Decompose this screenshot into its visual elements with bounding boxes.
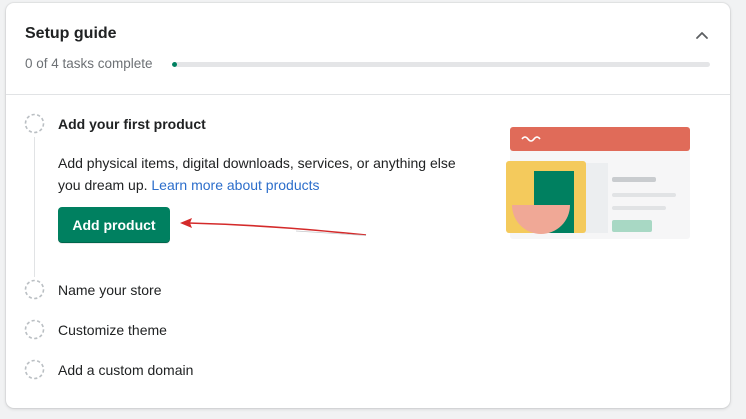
step-label: Name your store [58,281,162,298]
annotation-arrow-icon [180,218,367,236]
chevron-up-icon [696,32,708,39]
step-label: Customize theme [58,321,167,338]
step-label: Add a custom domain [58,361,194,378]
add-product-button[interactable]: Add product [58,207,170,243]
step-label: Add your first product [58,115,206,132]
step-add-first-product[interactable]: Add your first product [24,113,206,134]
setup-guide-header: Setup guide 0 of 4 tasks complete [6,3,730,95]
setup-guide-title: Setup guide [25,25,117,42]
progress-bar [172,62,710,67]
progress-bar-fill [172,62,178,67]
setup-guide-card: Setup guide 0 of 4 tasks complete Add yo… [6,3,730,408]
step-description: Add physical items, digital downloads, s… [58,152,478,196]
product-illustration [506,127,690,239]
learn-more-products-link[interactable]: Learn more about products [151,177,319,193]
dashed-circle-icon [24,113,45,134]
step-custom-domain[interactable]: Add a custom domain [24,359,193,380]
step-name-store[interactable]: Name your store [24,279,161,300]
dashed-circle-icon [24,359,45,380]
collapse-button[interactable] [690,23,714,47]
step-connector-line [34,137,35,277]
step-customize-theme[interactable]: Customize theme [24,319,167,340]
dashed-circle-icon [24,279,45,300]
dashed-circle-icon [24,319,45,340]
progress-text: 0 of 4 tasks complete [25,56,153,71]
